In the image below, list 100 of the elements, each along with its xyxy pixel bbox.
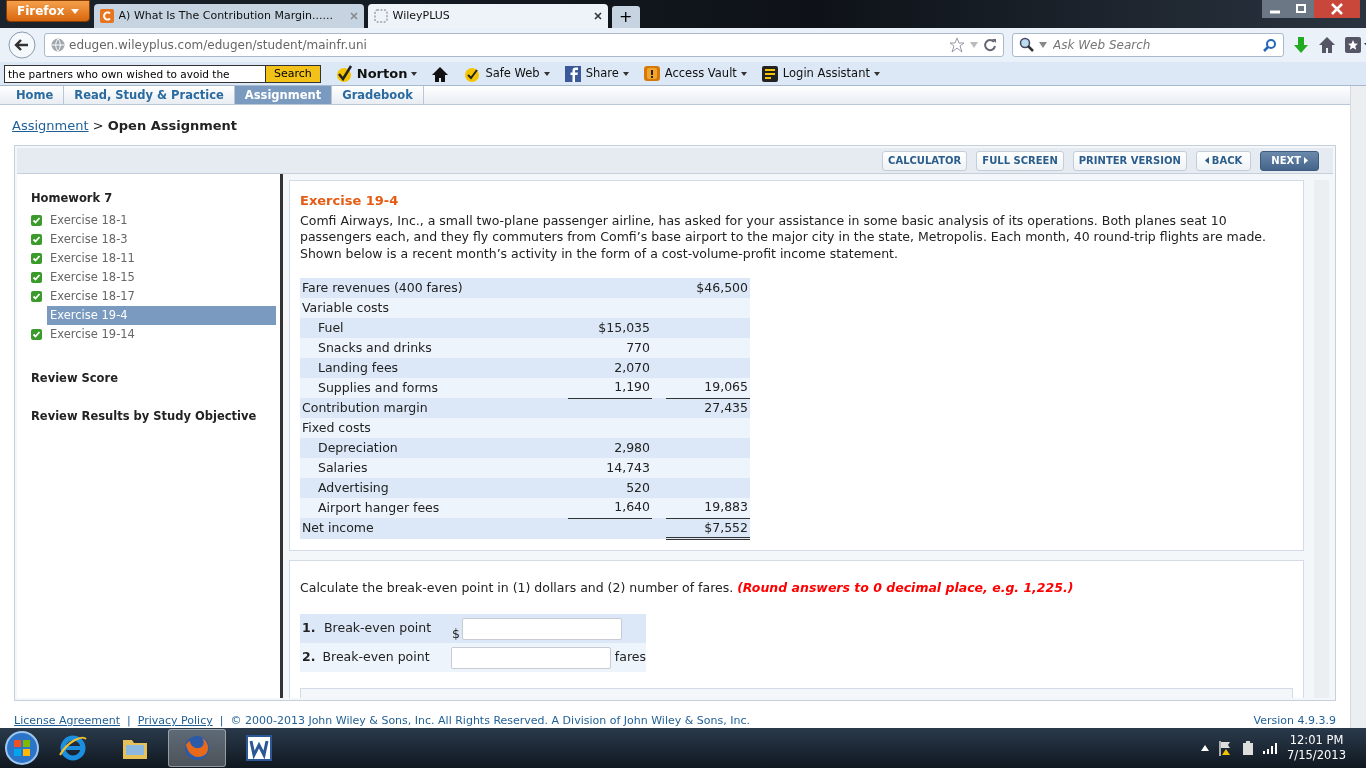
toolbar-menu[interactable]: Login Assistant [760, 64, 880, 83]
caret-icon [873, 71, 880, 76]
table-cell: 2,070 [568, 358, 652, 378]
scrollbar[interactable] [1350, 86, 1366, 728]
close-icon[interactable] [593, 12, 602, 20]
site-tab[interactable]: Home [6, 86, 65, 104]
page-icon [373, 9, 388, 23]
sidebar-item[interactable]: Exercise 18-3 [47, 230, 131, 250]
answer-number: 1. [302, 619, 317, 638]
dropdown-icon[interactable] [1039, 42, 1047, 48]
toolbar-search-field[interactable]: the partners who own wished to avoid the [4, 64, 266, 83]
question-text: Calculate the break-even point in (1) dollars and (2) number of fares. (Round answers to 0 decimal place, e.g. 1,225.) [300, 579, 1075, 598]
site-tab[interactable]: Read, Study & Practice [64, 86, 235, 104]
exercise-title: Exercise 19-4 [300, 192, 400, 210]
clock-time[interactable]: 12:01 PM [1287, 733, 1346, 748]
sidebar-item[interactable]: Exercise 18-11 [47, 249, 138, 269]
table-cell: Fare revenues (400 fares) [300, 278, 568, 298]
reload-icon[interactable] [983, 38, 997, 52]
toolbar-button[interactable]: CALCULATOR [882, 150, 968, 171]
table-cell: Fixed costs [300, 418, 568, 438]
table-cell: 2,980 [568, 438, 652, 458]
sidebar-item[interactable]: Exercise 18-17 [47, 287, 138, 307]
table-cell: Airport hanger fees [300, 498, 568, 518]
breadcrumb-current: Open Assignment [107, 118, 238, 133]
restore-button[interactable] [1288, 0, 1314, 18]
address-bar[interactable]: edugen.wileyplus.com/edugen/student/mainfr.uni [44, 33, 1004, 57]
globe-icon [58, 733, 88, 763]
currency-sign: $ [452, 625, 461, 644]
exercise-text: Comfi Airways, Inc., a small two-plane passenger airline, has asked for your assistance in some basic analysis of its operations. Both planes seat 10 passengers each, and they fly commuters from Comfi’s base airport to the major city in the state, Metropolis. Each month, 40 round-trip flights are made. Shown below is a recent month’s activity in the form of a cost-volume-profit income statement. [300, 212, 1267, 262]
bookmarks-icon[interactable] [1344, 36, 1366, 54]
answer-label: Break-even point [322, 648, 431, 667]
table-cell: Landing fees [300, 358, 568, 378]
caret-icon [622, 71, 629, 76]
footer-link[interactable]: License Agreement [14, 714, 121, 727]
toolbar-menu[interactable]: Access Vault [642, 64, 747, 83]
site-tab[interactable]: Gradebook [332, 86, 424, 104]
caret-icon [543, 71, 550, 76]
clock-date[interactable]: 7/15/2013 [1287, 748, 1346, 763]
table-cell: Variable costs [300, 298, 568, 318]
document-icon [244, 733, 274, 763]
back-icon[interactable] [8, 31, 36, 59]
footer-separator: | [218, 714, 225, 727]
sidebar-item[interactable]: Exercise 18-15 [47, 268, 138, 288]
toolbar-button[interactable]: FULL SCREEN [976, 150, 1064, 171]
home-icon[interactable] [1318, 36, 1336, 54]
table-cell: 14,743 [568, 458, 652, 478]
facebook-icon [563, 64, 582, 83]
sidebar-link[interactable]: Review Results by Study Objective [31, 407, 276, 425]
next-arrow-icon [1304, 157, 1308, 164]
table-cell: 27,435 [666, 398, 750, 418]
answer-field[interactable] [462, 617, 622, 640]
close-button[interactable] [1314, 0, 1360, 18]
start-button[interactable] [4, 730, 40, 766]
table-cell: 520 [568, 478, 652, 498]
back-arrow-icon [1204, 157, 1209, 164]
sidebar-item[interactable]: Exercise 18-1 [47, 211, 131, 231]
new-tab-button[interactable]: + [611, 6, 640, 28]
toolbar-menu[interactable]: Norton [334, 63, 418, 84]
table-cell: 19,065 [666, 378, 750, 398]
answer-label: Break-even point [324, 619, 433, 638]
search-icon[interactable] [1263, 38, 1277, 52]
minimize-button[interactable] [1262, 0, 1288, 18]
table-cell: Salaries [300, 458, 568, 478]
table-cell: Depreciation [300, 438, 568, 458]
search-icon [1019, 37, 1035, 53]
sidebar-title: Homework 7 [31, 190, 114, 207]
toolbar-button[interactable]: PRINTER VERSION [1072, 150, 1187, 171]
table-cell: $46,500 [666, 278, 750, 298]
battery-icon[interactable] [1241, 740, 1256, 756]
toolbar-menu[interactable]: Share [563, 64, 629, 83]
caret-icon [411, 71, 418, 76]
breadcrumb-separator: > [91, 118, 105, 133]
table-cell: 770 [568, 338, 652, 358]
answer-number: 2. [302, 648, 317, 667]
arrow-icon[interactable] [1201, 745, 1210, 751]
toolbar-menu[interactable]: Safe Web [463, 64, 550, 83]
copyright-text: © 2000-2013 John Wiley & Sons, Inc. All Rights Reserved. A Division of John Wiley & Sons, Inc. [230, 714, 750, 727]
table-cell: 19,883 [666, 498, 750, 518]
sidebar-item[interactable]: Exercise 19-14 [47, 325, 138, 345]
home-icon[interactable] [431, 64, 450, 83]
table-cell: Snacks and drinks [300, 338, 568, 358]
next-button[interactable]: NEXT [1260, 150, 1319, 171]
answer-field[interactable] [450, 646, 611, 669]
download-icon[interactable] [1292, 36, 1310, 54]
caret-icon [70, 8, 79, 14]
table-cell: Supplies and forms [300, 378, 568, 398]
breadcrumb-link[interactable]: Assignment [12, 118, 89, 133]
browser-tab[interactable]: A) What Is The Contribution Margin...... [93, 4, 364, 28]
table-cell: $15,035 [568, 318, 652, 338]
signal-icon[interactable] [1263, 742, 1280, 754]
globe-icon [182, 733, 212, 763]
footer-link[interactable]: Privacy Policy [137, 714, 213, 727]
browser-tab[interactable]: WileyPLUS [367, 4, 608, 28]
table-cell: 1,190 [568, 378, 652, 398]
back-button[interactable]: BACK [1195, 150, 1252, 171]
table-cell: $7,552 [666, 518, 750, 539]
search-bar[interactable]: Ask Web Search [1012, 33, 1284, 57]
search-button[interactable]: Search [266, 64, 321, 83]
sidebar-link[interactable]: Review Score [31, 370, 276, 388]
star-icon[interactable] [949, 37, 965, 53]
